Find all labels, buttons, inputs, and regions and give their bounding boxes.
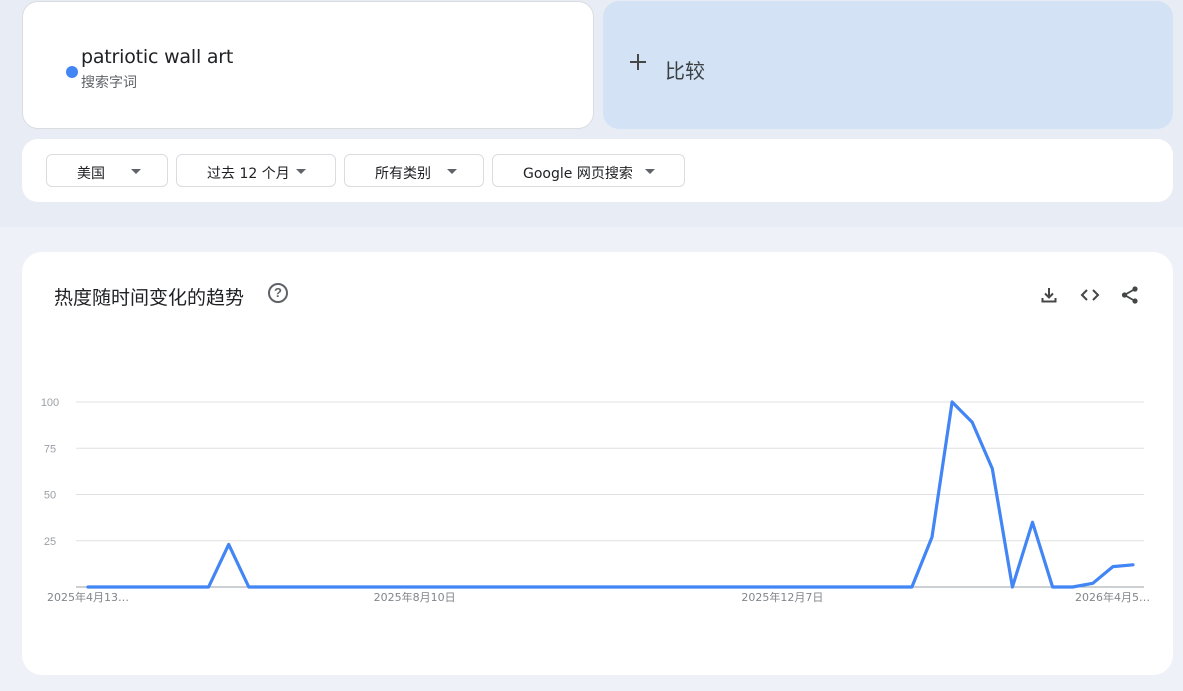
chevron-down-icon — [131, 169, 141, 174]
region-filter-dropdown[interactable]: 美国 — [46, 154, 168, 187]
chevron-down-icon — [447, 169, 457, 174]
plus-icon — [629, 53, 647, 71]
search-type-filter-dropdown[interactable]: Google 网页搜索 — [492, 154, 685, 187]
x-tick-label: 2025年4月13… — [47, 590, 129, 604]
x-tick-label: 2025年8月10日 — [374, 590, 456, 604]
series-color-dot — [66, 66, 78, 78]
search-term-type: 搜索字词 — [81, 75, 137, 91]
interest-over-time-panel: 热度随时间变化的趋势 ? 25 50 75 100 2025年4月13… 2025年8月1… — [22, 252, 1173, 675]
x-tick-label: 2026年4月5… — [1075, 590, 1150, 604]
trend-chart: 25 50 75 100 2025年4月13… 2025年8月10日 2025年12月7日 2… — [41, 397, 1150, 604]
region-filter-label: 美国 — [77, 166, 105, 182]
time-range-filter-label: 过去 12 个月 — [207, 166, 290, 182]
compare-label: 比较 — [665, 59, 705, 83]
filter-bar: 美国 过去 12 个月 所有类别 Google 网页搜索 — [22, 139, 1173, 202]
category-filter-dropdown[interactable]: 所有类别 — [344, 154, 484, 187]
y-tick-label: 100 — [41, 397, 59, 409]
search-term-name[interactable]: patriotic wall art — [81, 46, 233, 68]
x-tick-label: 2025年12月7日 — [741, 590, 823, 604]
category-filter-label: 所有类别 — [375, 166, 431, 182]
chart-axis-labels: 25 50 75 100 2025年4月13… 2025年8月10日 2025年12月7日 2… — [41, 397, 1150, 604]
y-tick-label: 75 — [44, 443, 56, 455]
compare-button[interactable]: 比较 — [603, 1, 1173, 129]
y-tick-label: 50 — [44, 490, 56, 502]
chevron-down-icon — [645, 169, 655, 174]
search-term-card[interactable]: patriotic wall art 搜索字词 — [22, 1, 594, 129]
time-range-filter-dropdown[interactable]: 过去 12 个月 — [176, 154, 336, 187]
chevron-down-icon — [296, 169, 306, 174]
y-tick-label: 25 — [44, 536, 56, 548]
search-type-filter-label: Google 网页搜索 — [523, 166, 633, 182]
